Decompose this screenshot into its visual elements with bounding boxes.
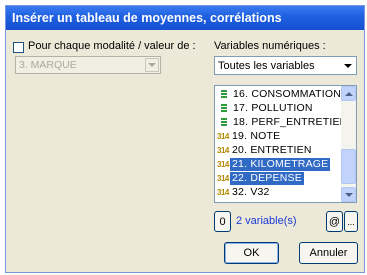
modality-select-value: 3. MARQUE [19,59,77,71]
column-icon [218,117,231,128]
scroll-up-button[interactable] [341,86,356,101]
chevron-down-icon [344,63,352,68]
chevron-down-icon [148,63,156,67]
scroll-down-button[interactable] [341,187,356,202]
numeric-icon: 314 [217,174,229,183]
list-item[interactable]: 314 20. ENTRETIEN [216,144,343,157]
variables-list[interactable]: 16. CONSOMMATION 17. POLLUTION 18. PERF_… [214,85,357,203]
column-icon [218,89,231,100]
list-item[interactable]: 16. CONSOMMATION [216,88,343,101]
list-item[interactable]: 17. POLLUTION [216,102,343,115]
variables-filter-select[interactable]: Toutes les variables [214,56,357,75]
modality-select-arrow [145,58,159,72]
at-button[interactable]: @ [326,211,343,232]
ok-button[interactable]: OK [224,242,279,264]
list-item[interactable]: 18. PERF_ENTRETIEN [216,116,347,129]
numeric-icon: 314 [217,188,229,197]
numeric-icon: 314 [217,132,229,141]
column-icon [218,103,231,114]
selection-count: 2 variable(s) [236,215,297,227]
more-options-button[interactable]: ... [344,211,358,232]
modality-select: 3. MARQUE [15,56,161,74]
list-item-selected[interactable]: 314 21. KILOMETRAGE [216,158,343,171]
list-scrollbar[interactable] [341,86,356,202]
chevron-down-icon [344,192,353,197]
numeric-icon: 314 [217,160,229,169]
numeric-variables-label: Variables numériques : [214,40,326,52]
clear-selection-button[interactable]: 0 [214,211,231,232]
chevron-up-icon [344,91,353,96]
per-modality-label: Pour chaque modalité / valeur de : [28,40,196,52]
variables-filter-value: Toutes les variables [218,60,315,72]
list-item-selected[interactable]: 314 22. DEPENSE [216,172,343,185]
numeric-icon: 314 [217,146,229,155]
list-item[interactable]: 314 19. NOTE [216,130,343,143]
list-item[interactable]: 314 32. V32 [216,186,343,199]
scroll-thumb[interactable] [341,149,356,184]
variables-filter-arrow[interactable] [341,58,355,73]
dialog-title: Insérer un tableau de moyennes, corrélat… [6,6,364,30]
cancel-button[interactable]: Annuler [299,242,358,264]
dialog-window: Insérer un tableau de moyennes, corrélat… [5,5,365,273]
per-modality-checkbox[interactable] [13,42,24,53]
